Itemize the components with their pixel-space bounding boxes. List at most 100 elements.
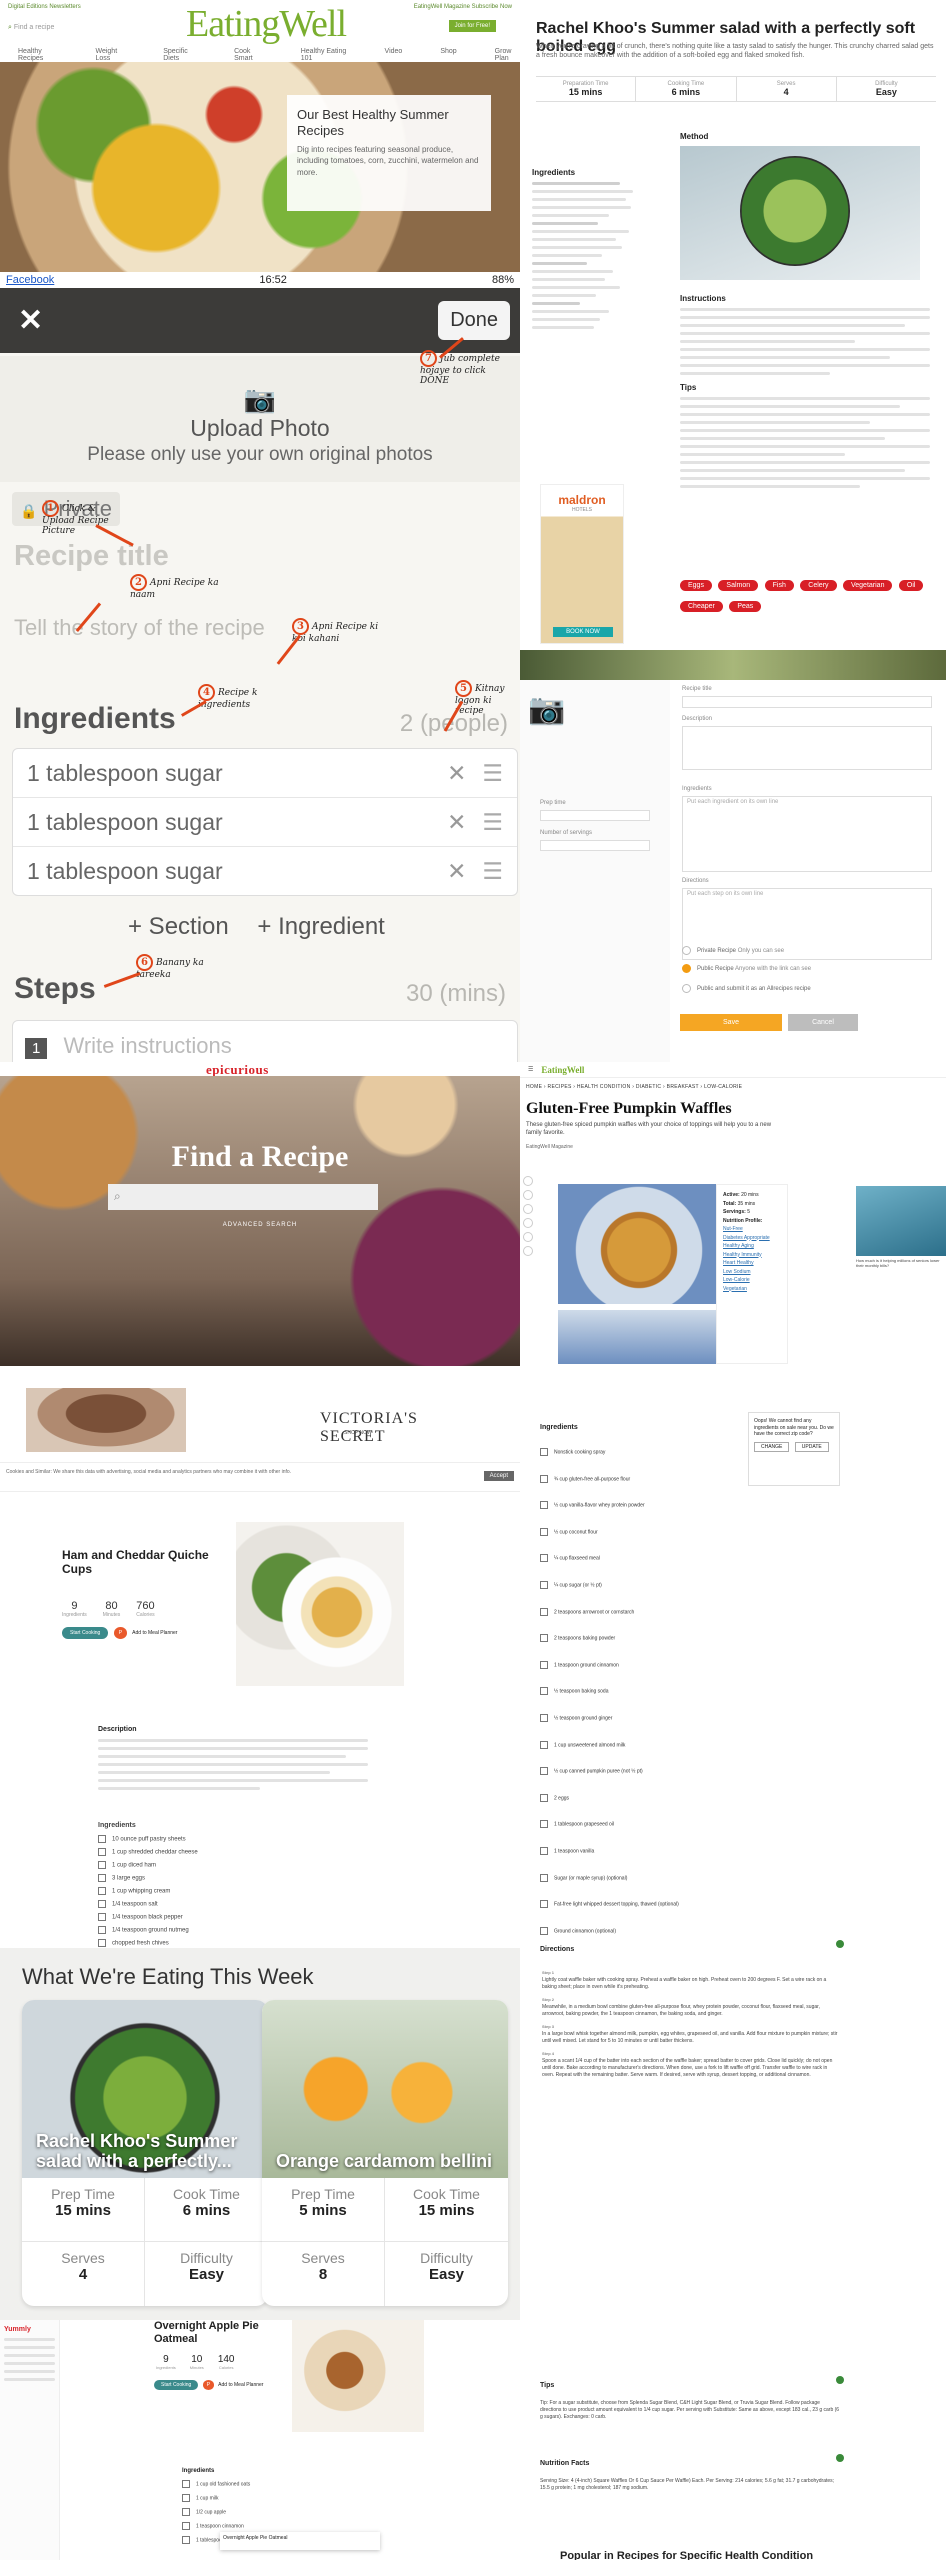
recipe-story-input[interactable]: Tell the story of the recipe xyxy=(14,615,265,641)
profile-link[interactable]: Diabetes Appropriate xyxy=(723,1234,781,1243)
waffle-photo[interactable] xyxy=(558,1184,720,1304)
drag-handle-icon[interactable]: ☰ xyxy=(482,858,503,885)
ad-cta[interactable]: SHOP NOW xyxy=(344,1430,372,1436)
site-logo[interactable]: EatingWell xyxy=(186,2,347,46)
ingredient-row[interactable]: 1 cup old fashioned oats xyxy=(182,2480,382,2488)
ingredient-text[interactable]: 1 tablespoon sugar xyxy=(27,858,447,885)
recipe-search-input[interactable]: ⌕ xyxy=(108,1184,378,1210)
ingredient-row[interactable]: 10 ounce puff pastry sheets xyxy=(98,1835,368,1843)
advanced-search-link[interactable]: ADVANCED SEARCH xyxy=(0,1222,520,1228)
tag[interactable]: Cheaper xyxy=(680,601,723,612)
public-recipe-radio[interactable]: Public Recipe Anyone with the link can s… xyxy=(682,964,811,973)
submit-recipe-radio[interactable]: Public and submit it as an Allrecipes re… xyxy=(682,984,811,993)
book-now-button[interactable]: BOOK NOW xyxy=(553,627,613,637)
step-input[interactable]: 1 Write instructions xyxy=(12,1020,518,1062)
update-button[interactable]: UPDATE xyxy=(794,1441,829,1452)
recipe-tile[interactable]: Orange cardamom bellini Prep Time 5 mins … xyxy=(262,2000,508,2306)
yummly-logo[interactable]: Yummly xyxy=(4,2326,55,2333)
ingredient-row[interactable]: 3 large eggs xyxy=(98,1874,368,1882)
print-icon[interactable] xyxy=(523,1218,533,1228)
ingredient-row[interactable]: ½ teaspoon baking soda xyxy=(540,1687,740,1714)
profile-link[interactable]: Nut-Free xyxy=(723,1225,781,1234)
ingredients-field[interactable]: Put each ingredient on its own line xyxy=(682,796,932,872)
ingredient-row[interactable]: 2 teaspoons baking powder xyxy=(540,1634,740,1661)
ingredient-row[interactable]: 1/4 teaspoon salt xyxy=(98,1900,368,1908)
expand-icon[interactable] xyxy=(836,1940,844,1948)
ingredient-row[interactable]: 1 tablespoon sugar ✕ ☰ xyxy=(13,749,517,798)
rate-icon[interactable] xyxy=(523,1246,533,1256)
profile-link[interactable]: Healthy Immunity xyxy=(723,1251,781,1260)
ingredient-row[interactable]: ½ teaspoon ground ginger xyxy=(540,1713,740,1741)
recipe-title-field[interactable] xyxy=(682,696,932,708)
ingredient-row[interactable]: 1 cup diced ham xyxy=(98,1861,368,1869)
cancel-button[interactable]: Cancel xyxy=(788,1014,858,1031)
nav-item[interactable]: Healthy Recipes xyxy=(18,48,57,62)
remove-icon[interactable]: ✕ xyxy=(447,809,466,836)
nav-item[interactable]: Grow Plan xyxy=(495,48,520,62)
ingredient-row[interactable]: chopped fresh chives xyxy=(98,1939,368,1947)
save-button[interactable]: Save xyxy=(680,1014,782,1031)
change-button[interactable]: CHANGE xyxy=(754,1441,790,1452)
drag-handle-icon[interactable]: ☰ xyxy=(482,760,503,787)
cook-time-input[interactable]: 30 (mins) xyxy=(406,980,506,1008)
ingredient-row[interactable]: 1 tablespoon sugar ✕ ☰ xyxy=(13,847,517,896)
tag[interactable]: Eggs xyxy=(680,580,712,591)
ingredient-row[interactable]: 1 cup milk xyxy=(182,2494,382,2502)
ingredient-row[interactable]: 1 tablespoon sugar ✕ ☰ xyxy=(13,798,517,847)
pin-icon[interactable]: P xyxy=(113,1627,128,1639)
nav-item[interactable]: Cook Smart xyxy=(234,48,263,62)
start-cooking-button[interactable]: Start Cooking xyxy=(154,2380,199,2390)
nav-item[interactable]: Shop xyxy=(440,48,456,62)
hero-card[interactable]: Our Best Healthy Summer Recipes Dig into… xyxy=(287,95,491,211)
close-icon[interactable]: ✕ xyxy=(18,303,43,338)
search-input[interactable]: ⌕ Find a recipe xyxy=(8,24,54,32)
expand-icon[interactable] xyxy=(836,2454,844,2462)
side-ad-caption[interactable]: How much is it helping millions of senio… xyxy=(856,1258,946,1268)
tag[interactable]: Oil xyxy=(898,580,924,591)
profile-link[interactable]: Heart Healthy xyxy=(723,1259,781,1268)
start-cooking-button[interactable]: Start Cooking xyxy=(62,1627,109,1639)
drag-handle-icon[interactable]: ☰ xyxy=(482,809,503,836)
nav-item[interactable]: Healthy Eating 101 xyxy=(301,48,347,62)
hotel-ad[interactable]: maldron HOTELS BOOK NOW xyxy=(540,484,624,644)
sticky-recipe-popup[interactable]: Overnight Apple Pie Oatmeal xyxy=(220,2532,380,2550)
tag[interactable]: Celery xyxy=(800,580,837,591)
victorias-secret-ad[interactable]: VICTORIA'S SECRET SHOP NOW xyxy=(26,1388,488,1452)
ingredient-row[interactable]: 1 cup unsweetened almond milk xyxy=(540,1740,740,1768)
ingredient-text[interactable]: 1 tablespoon sugar xyxy=(27,809,447,836)
ingredient-row[interactable]: 1 tablespoon grapeseed oil xyxy=(540,1820,740,1847)
side-ad-image[interactable] xyxy=(856,1186,946,1256)
nav-item[interactable]: Weight Loss xyxy=(95,48,125,62)
recipe-byline[interactable]: EatingWell Magazine xyxy=(526,1144,573,1150)
site-logo[interactable]: EatingWell xyxy=(541,1065,584,1075)
recipe-title-input[interactable]: Recipe title xyxy=(14,540,169,573)
ingredient-row[interactable]: ½ cup vanilla-flavor whey protein powder xyxy=(540,1501,740,1528)
ingredient-row[interactable]: 1/4 teaspoon black pepper xyxy=(98,1913,368,1921)
subscribe-link[interactable]: EatingWell Magazine Subscribe Now xyxy=(414,4,512,10)
tag[interactable]: Vegetarian xyxy=(842,580,893,591)
ingredient-row[interactable]: Sugar (or maple syrup) (optional) xyxy=(540,1873,740,1901)
tag[interactable]: Peas xyxy=(729,601,762,612)
ingredient-row[interactable]: 1 cup whipping cream xyxy=(98,1887,368,1895)
ingredient-row[interactable]: 2 teaspoons arrowroot or cornstarch xyxy=(540,1607,740,1635)
nav-item[interactable]: Video xyxy=(385,48,403,62)
recipe-tile[interactable]: Rachel Khoo's Summer salad with a perfec… xyxy=(22,2000,268,2306)
private-recipe-radio[interactable]: Private Recipe Only you can see xyxy=(682,946,784,955)
prep-time-field[interactable] xyxy=(540,810,650,821)
accept-cookies-button[interactable]: Accept xyxy=(483,1471,514,1481)
facebook-icon[interactable] xyxy=(523,1176,533,1186)
pinterest-icon[interactable] xyxy=(523,1190,533,1200)
ingredient-row[interactable]: 1 teaspoon vanilla xyxy=(540,1846,740,1874)
menu-icon[interactable]: ☰ xyxy=(528,1066,533,1073)
tag[interactable]: Fish xyxy=(764,580,794,591)
remove-icon[interactable]: ✕ xyxy=(447,760,466,787)
profile-link[interactable]: Healthy Aging xyxy=(723,1242,781,1251)
ingredient-row[interactable]: ¼ cup flaxseed meal xyxy=(540,1554,740,1581)
ingredient-row[interactable]: 1 teaspoon ground cinnamon xyxy=(540,1660,740,1688)
profile-link[interactable]: Low Sodium xyxy=(723,1268,781,1277)
profile-link[interactable]: Vegetarian xyxy=(723,1285,781,1294)
ingredient-row[interactable]: 1/2 cup apple xyxy=(182,2508,382,2516)
email-icon[interactable] xyxy=(523,1204,533,1214)
save-icon[interactable] xyxy=(523,1232,533,1242)
ingredient-row[interactable]: ½ cup coconut flour xyxy=(540,1527,740,1555)
